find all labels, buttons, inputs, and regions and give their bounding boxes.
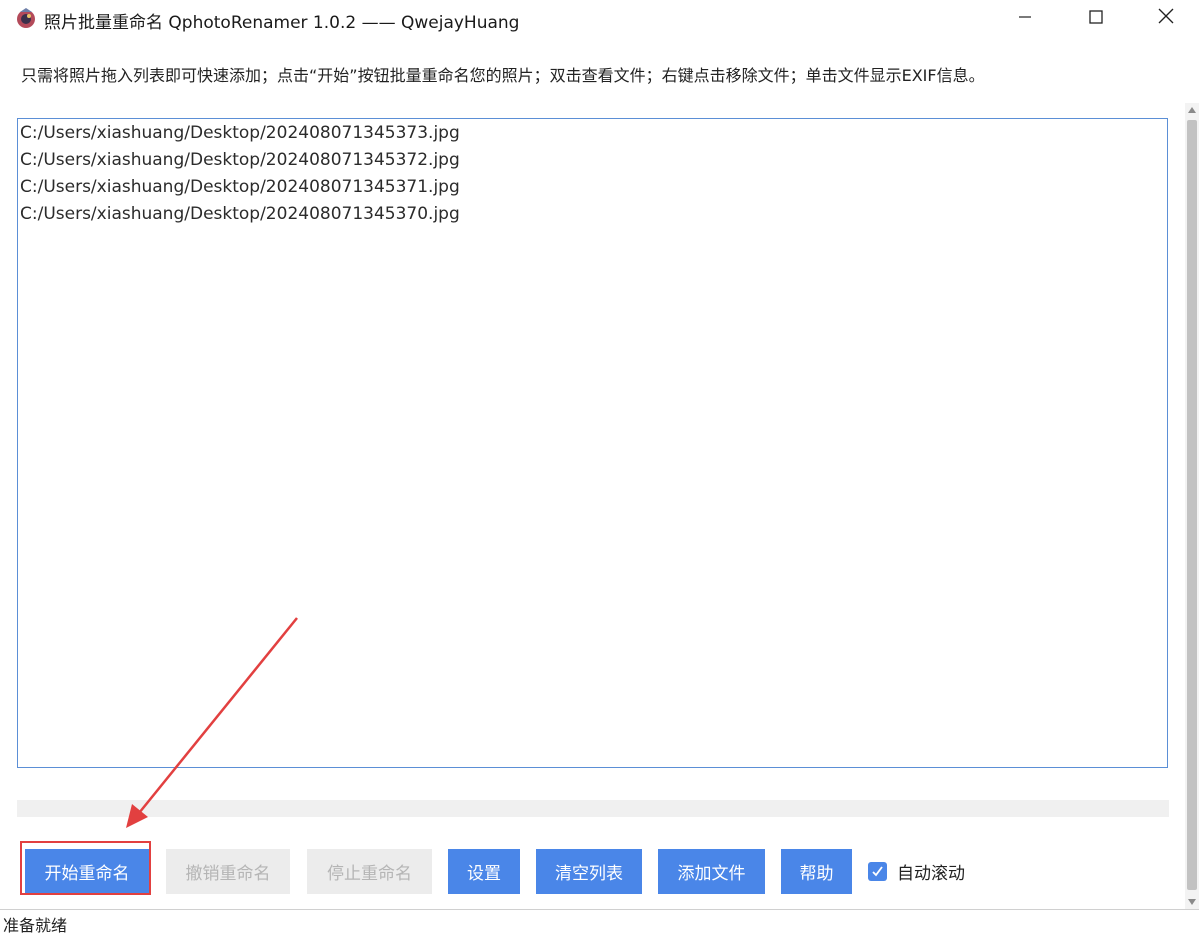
checkmark-icon [872,865,883,876]
auto-scroll-toggle[interactable]: 自动滚动 [868,860,965,884]
maximize-button[interactable] [1061,0,1131,36]
file-list[interactable]: C:/Users/xiashuang/Desktop/2024080713453… [17,118,1168,768]
maximize-icon [1089,9,1103,28]
app-window: 照片批量重命名 QphotoRenamer 1.0.2 —— QwejayHua… [0,0,1199,935]
list-item[interactable]: C:/Users/xiashuang/Desktop/2024080713453… [20,174,460,201]
help-button[interactable]: 帮助 [781,849,852,894]
clear-list-button[interactable]: 清空列表 [536,849,642,894]
window-title: 照片批量重命名 QphotoRenamer 1.0.2 —— QwejayHua… [44,13,520,33]
auto-scroll-checkbox[interactable] [868,861,887,881]
close-button[interactable] [1131,0,1199,36]
title-bar[interactable]: 照片批量重命名 QphotoRenamer 1.0.2 —— QwejayHua… [0,0,1199,38]
annotation-highlight-box [20,841,151,895]
undo-rename-button[interactable]: 撤销重命名 [166,849,290,894]
app-photo-icon [15,7,37,29]
add-files-button[interactable]: 添加文件 [658,849,765,894]
scroll-down-icon[interactable] [1188,899,1196,905]
status-text: 准备就绪 [3,916,68,935]
list-item[interactable]: C:/Users/xiashuang/Desktop/2024080713453… [20,120,460,147]
minimize-button[interactable] [990,0,1060,36]
settings-button[interactable]: 设置 [448,849,520,894]
scroll-up-icon[interactable] [1188,107,1196,113]
stop-rename-button[interactable]: 停止重命名 [307,849,432,894]
scrollbar-thumb[interactable] [1187,120,1197,890]
list-item[interactable]: C:/Users/xiashuang/Desktop/2024080713453… [20,147,460,174]
vertical-scrollbar[interactable] [1185,103,1199,909]
close-icon [1158,8,1174,28]
list-item[interactable]: C:/Users/xiashuang/Desktop/2024080713453… [20,201,460,228]
auto-scroll-label: 自动滚动 [897,863,965,884]
instruction-text: 只需将照片拖入列表即可快速添加；点击“开始”按钮批量重命名您的照片；双击查看文件… [21,66,985,85]
window-bottom-edge [0,909,1199,910]
progress-bar [17,800,1169,817]
minimize-icon [1018,9,1032,28]
